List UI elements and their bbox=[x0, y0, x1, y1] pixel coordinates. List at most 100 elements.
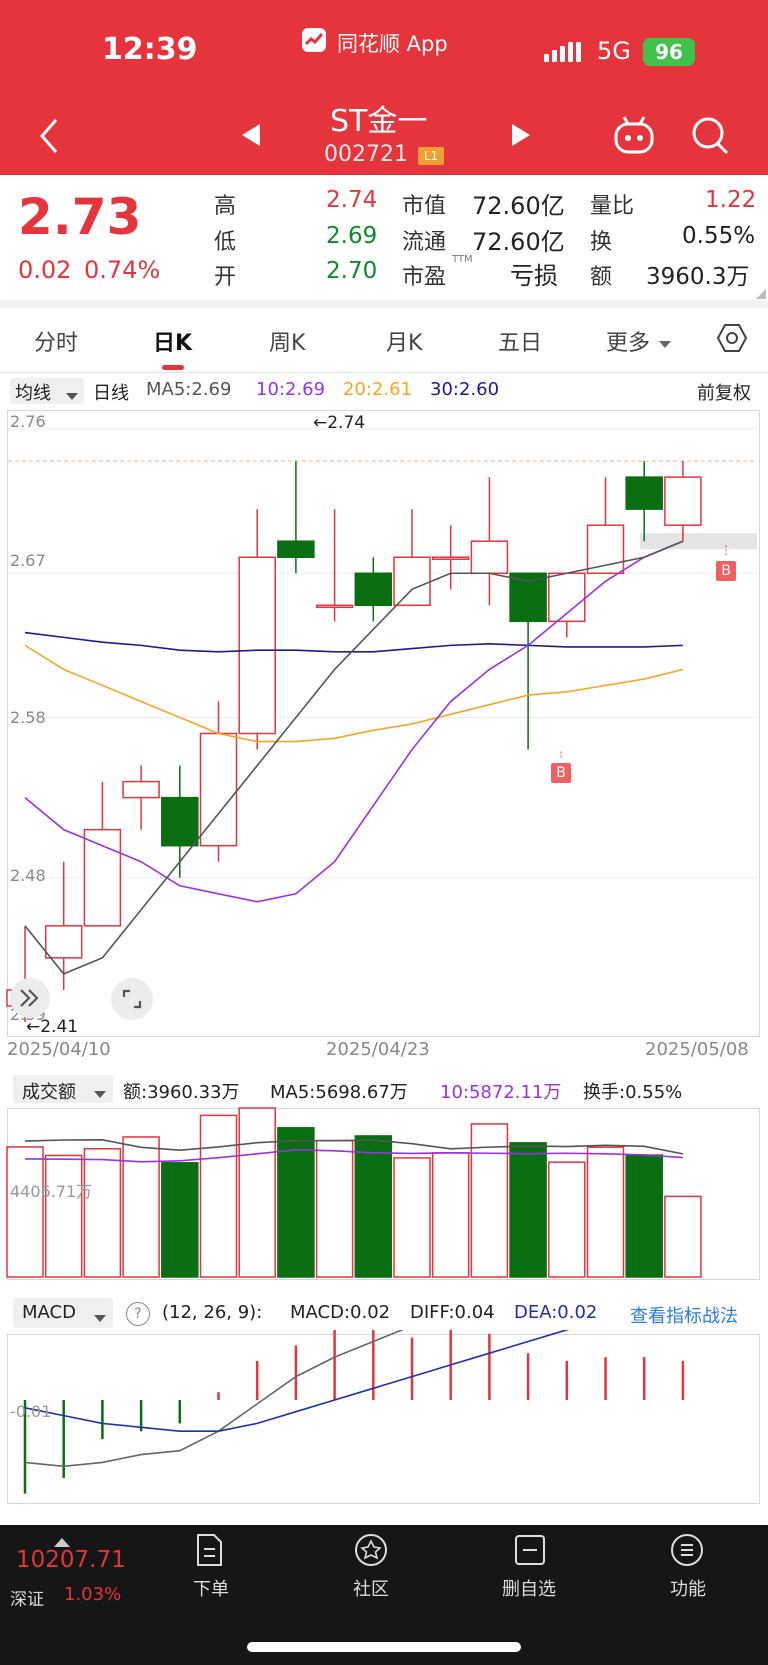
indicator-strategy-link[interactable]: 查看指标战法 bbox=[630, 1302, 738, 1328]
dea-line bbox=[24, 1330, 570, 1432]
stock-code: 002721 bbox=[324, 142, 408, 167]
status-network: 5G bbox=[597, 37, 631, 65]
volume-chart[interactable] bbox=[0, 1100, 768, 1285]
next-stock-icon[interactable] bbox=[510, 122, 532, 148]
pe-label: 市盈 bbox=[402, 265, 447, 290]
nav-community-label[interactable]: 社区 bbox=[353, 1575, 389, 1601]
macd-axis-label: -0.01 bbox=[10, 1402, 52, 1421]
back-icon[interactable] bbox=[36, 116, 64, 156]
battery-level: 96 bbox=[655, 40, 683, 64]
candle-body bbox=[354, 572, 393, 607]
help-icon-label: ? bbox=[134, 1306, 142, 1322]
order-icon[interactable] bbox=[192, 1533, 226, 1567]
float-label: 流通 bbox=[402, 230, 447, 255]
expand-chart-button[interactable] bbox=[10, 978, 50, 1018]
diff-line bbox=[24, 1330, 404, 1468]
date-label: 2025/05/08 bbox=[645, 1039, 749, 1060]
index-value[interactable]: 10207.71 bbox=[16, 1547, 126, 1573]
pe-ttm-label: TTM bbox=[452, 254, 473, 265]
active-tab-indicator bbox=[162, 365, 184, 370]
candle-body bbox=[238, 556, 276, 735]
status-time: 12:39 bbox=[102, 32, 198, 67]
kline-ytick: 2.48 bbox=[10, 866, 46, 885]
settings-icon[interactable] bbox=[716, 322, 748, 354]
date-label: 2025/04/10 bbox=[7, 1039, 111, 1060]
volume-bar bbox=[44, 1154, 83, 1278]
divider bbox=[0, 372, 768, 373]
tab-fenshi[interactable]: 分时 bbox=[34, 325, 78, 357]
fullscreen-icon bbox=[122, 989, 142, 1009]
buy-marker-label: B bbox=[556, 765, 566, 781]
buy-marker-label: B bbox=[721, 563, 731, 579]
volume-bar bbox=[238, 1107, 276, 1278]
open-value: 2.70 bbox=[326, 258, 378, 284]
tab-daily-k[interactable]: 日K bbox=[153, 325, 192, 357]
nav-order-label[interactable]: 下单 bbox=[193, 1575, 229, 1601]
candle-body bbox=[44, 925, 83, 959]
candle-body bbox=[122, 780, 160, 799]
buy-marker: B bbox=[551, 763, 571, 783]
volume-axis-label: 4406.71万 bbox=[10, 1182, 93, 1201]
pe-value: 亏损 bbox=[510, 262, 558, 290]
volume-bar bbox=[431, 1152, 470, 1278]
level-badge: L1 bbox=[418, 147, 444, 165]
ma10-label: 10:2.69 bbox=[256, 379, 326, 400]
candle-body bbox=[277, 540, 315, 558]
nav-remove-watchlist-label[interactable]: 删自选 bbox=[502, 1575, 556, 1601]
mktcap-value: 72.60亿 bbox=[472, 192, 565, 220]
volume-bar bbox=[122, 1136, 160, 1278]
app-logo-icon bbox=[302, 28, 326, 52]
battery-icon: 96 bbox=[643, 38, 695, 66]
float-value: 72.60亿 bbox=[472, 228, 565, 256]
volume-bar bbox=[548, 1161, 586, 1278]
tab-monthly-k[interactable]: 月K bbox=[386, 325, 422, 357]
search-icon[interactable] bbox=[690, 114, 730, 156]
tab-five-day[interactable]: 五日 bbox=[498, 325, 542, 357]
app-header: 12:39 同花顺 App 5G 96 ST金一 002721 L1 bbox=[0, 0, 768, 175]
fullscreen-button[interactable] bbox=[111, 978, 153, 1020]
macd-chart[interactable] bbox=[0, 1330, 768, 1510]
more-dropdown-icon bbox=[659, 334, 671, 353]
volume-bar bbox=[6, 1146, 44, 1278]
candle-body bbox=[625, 476, 663, 510]
candle-body bbox=[83, 828, 122, 927]
remove-watchlist-icon[interactable] bbox=[513, 1533, 547, 1567]
ma20-line bbox=[24, 644, 684, 743]
index-pct: 1.03% bbox=[64, 1584, 122, 1605]
kline-chart[interactable] bbox=[0, 400, 768, 1065]
volratio-label: 量比 bbox=[590, 194, 635, 219]
price-highlight-band bbox=[640, 533, 757, 550]
volume-bar bbox=[586, 1146, 625, 1278]
candle-body bbox=[664, 476, 702, 526]
turnover-value: 0.55% bbox=[682, 223, 756, 249]
candle-body bbox=[315, 604, 354, 609]
turnover-label: 换 bbox=[590, 230, 613, 255]
macd-params: (12, 26, 9): bbox=[162, 1302, 263, 1323]
amount-label: 额 bbox=[590, 265, 613, 290]
prev-stock-icon[interactable] bbox=[240, 122, 262, 148]
function-icon[interactable] bbox=[670, 1533, 704, 1567]
low-label: 低 bbox=[214, 230, 237, 255]
help-icon[interactable]: ? bbox=[126, 1302, 150, 1326]
nav-function-label[interactable]: 功能 bbox=[670, 1575, 706, 1601]
index-name: 深证 bbox=[10, 1590, 44, 1610]
price-change-pct: 0.74% bbox=[84, 256, 161, 284]
kline-ytick: 2.67 bbox=[10, 551, 46, 570]
tab-more[interactable]: 更多 bbox=[606, 325, 650, 357]
low-value: 2.69 bbox=[326, 223, 378, 249]
high-value: 2.74 bbox=[326, 187, 378, 213]
candle-body bbox=[161, 796, 199, 847]
high-label: 高 bbox=[214, 194, 237, 219]
double-chevron-icon bbox=[20, 989, 39, 1007]
kline-ytick: 2.58 bbox=[10, 708, 46, 727]
robot-icon[interactable] bbox=[612, 114, 656, 156]
community-icon[interactable] bbox=[354, 1533, 388, 1567]
kline-ytick: 2.76 bbox=[10, 412, 46, 431]
stock-name: ST金一 bbox=[330, 104, 428, 139]
macd-value: MACD:0.02 bbox=[290, 1302, 391, 1323]
expand-corner-icon[interactable] bbox=[756, 284, 766, 299]
ma5-label: MA5:2.69 bbox=[146, 379, 232, 400]
volume-bar bbox=[83, 1148, 122, 1278]
tab-weekly-k[interactable]: 周K bbox=[269, 325, 305, 357]
candle-body bbox=[470, 540, 509, 575]
